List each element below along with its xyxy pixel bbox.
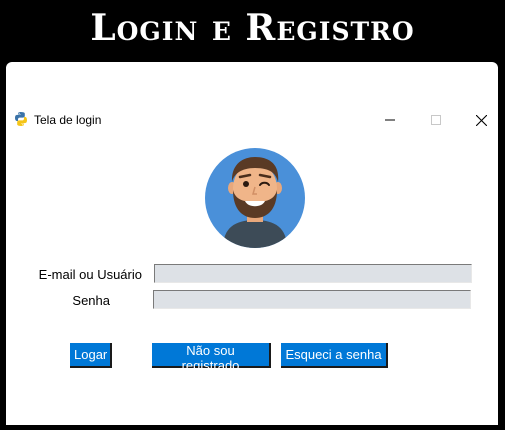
window-titlebar[interactable]: Tela de login [6,107,498,133]
python-icon [15,112,27,126]
login-window: Tela de login E-mail ou Usuário Senha Lo… [6,62,498,425]
minimize-button[interactable] [370,107,410,133]
user-label: E-mail ou Usuário [38,267,142,282]
page-banner: Login e Registro [0,0,505,62]
close-button[interactable] [461,107,501,133]
minimize-icon [385,119,395,121]
forgot-password-button[interactable]: Esqueci a senha [281,343,388,368]
password-input[interactable] [153,290,471,309]
password-label: Senha [72,293,110,308]
login-button[interactable]: Logar [70,343,112,368]
maximize-button[interactable] [416,107,456,133]
register-button[interactable]: Não sou registrado [152,343,271,373]
window-title: Tela de login [34,113,102,127]
banner-title: Login e Registro [90,7,415,49]
user-avatar-icon [205,148,305,248]
user-input[interactable] [154,264,472,283]
maximize-icon [431,115,441,125]
close-icon [475,114,487,126]
